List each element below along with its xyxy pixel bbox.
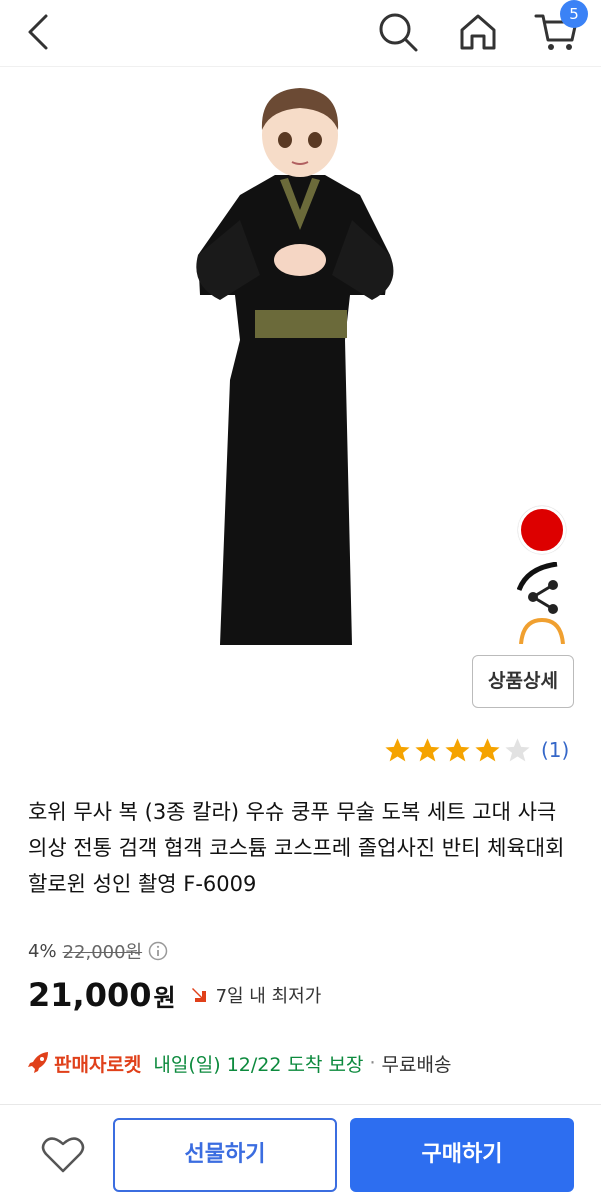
share-icon[interactable] [520,574,566,620]
lowest-price-label: 7일 내 최저가 [215,986,322,1007]
search-icon[interactable] [376,10,420,54]
delivery-info: 판매자로켓 내일(일) 12/22 도착 보장 · 무료배송 [26,1046,451,1080]
star-filled-icon [385,737,410,761]
product-detail-button[interactable]: 상품상세 [472,655,574,708]
price-unit: 원 [153,983,176,1012]
star-empty-icon [505,737,530,761]
lowest-price-badge: 7일 내 최저가 [190,982,322,1008]
rating-count[interactable]: (1) [541,738,569,762]
discount-row: 4% 22,000원 [28,938,168,964]
buy-button[interactable]: 구매하기 [350,1118,574,1192]
product-image[interactable] [180,80,420,645]
home-icon[interactable] [456,10,500,54]
star-filled-icon [445,737,470,761]
star-filled-icon [415,737,440,761]
rocket-badge: 판매자로켓 [54,1053,142,1076]
rating[interactable]: (1) [383,734,569,766]
original-price: 22,000원 [62,942,143,963]
color-option-orange[interactable] [517,616,567,644]
color-option-red[interactable] [518,506,566,554]
star-filled-icon [475,737,500,761]
delivery-date: 내일(일) 12/22 도착 보장 [153,1053,364,1076]
product-title: 호위 무사 복 (3종 칼라) 우슈 쿵푸 무술 도복 세트 고대 사극 의상 … [28,800,565,896]
price-row: 21,000 원 7일 내 최저가 [28,972,321,1018]
separator: · [369,1052,376,1074]
free-shipping: 무료배송 [381,1053,452,1076]
sale-price: 21,000 [28,976,152,1014]
heart-icon[interactable] [40,1133,86,1175]
gift-button[interactable]: 선물하기 [113,1118,337,1192]
rocket-icon [28,1052,48,1073]
top-app-bar: 5 [0,0,601,66]
discount-percent: 4% [28,940,57,962]
cart-count-badge: 5 [560,0,588,28]
info-icon[interactable] [148,941,168,961]
header-divider [0,66,601,67]
chevron-left-icon[interactable] [22,12,54,52]
down-arrow-icon [191,988,206,1002]
